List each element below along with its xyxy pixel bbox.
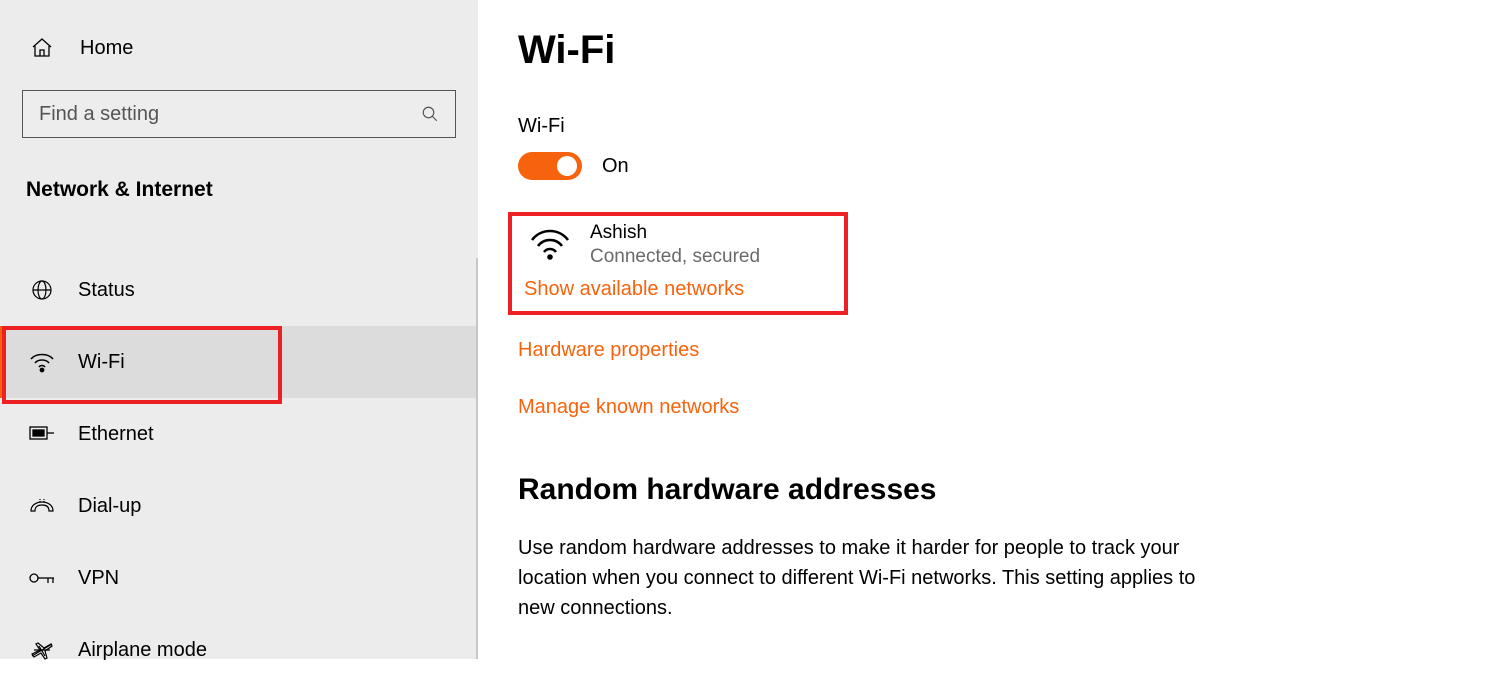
sidebar-item-label: Dial-up (78, 495, 141, 518)
sidebar-item-label: Status (78, 279, 135, 302)
sidebar-item-label: Airplane mode (78, 639, 207, 662)
category-title: Network & Internet (26, 178, 478, 202)
sidebar-item-label: VPN (78, 567, 119, 590)
wifi-toggle[interactable] (518, 152, 582, 180)
sidebar-item-label: Ethernet (78, 423, 154, 446)
current-network-block: Ashish Connected, secured Show available… (508, 212, 848, 315)
search-icon (421, 105, 439, 123)
show-available-networks-link[interactable]: Show available networks (524, 278, 836, 301)
sidebar-item-airplane[interactable]: Airplane mode (0, 614, 478, 686)
sidebar-item-ethernet[interactable]: Ethernet (0, 398, 478, 470)
sidebar-item-status[interactable]: Status (0, 254, 478, 326)
settings-sidebar: Home Network & Internet Status (0, 0, 478, 659)
sidebar-nav-list: Status Wi-Fi (0, 254, 478, 686)
vpn-icon (28, 570, 56, 586)
network-status: Connected, secured (590, 246, 760, 268)
ethernet-icon (28, 424, 56, 444)
wifi-section-label: Wi-Fi (518, 115, 1465, 138)
sidebar-item-vpn[interactable]: VPN (0, 542, 478, 614)
sidebar-scrollbar[interactable] (476, 258, 478, 659)
home-nav[interactable]: Home (0, 22, 478, 74)
sidebar-item-wifi[interactable]: Wi-Fi (0, 326, 478, 398)
home-label: Home (80, 37, 133, 60)
search-input[interactable] (39, 103, 421, 126)
hardware-properties-link[interactable]: Hardware properties (518, 339, 1465, 362)
random-hw-title: Random hardware addresses (518, 473, 1465, 507)
main-content: Wi-Fi Wi-Fi On Ashish Connected, secured… (478, 0, 1505, 659)
wifi-toggle-state: On (602, 155, 629, 178)
airplane-icon (28, 638, 56, 662)
sidebar-item-dialup[interactable]: Dial-up (0, 470, 478, 542)
network-name: Ashish (590, 222, 760, 244)
current-network[interactable]: Ashish Connected, secured (520, 222, 836, 278)
dialup-icon (28, 497, 56, 515)
manage-known-networks-link[interactable]: Manage known networks (518, 396, 1465, 419)
toggle-knob (557, 156, 577, 176)
wifi-signal-icon (530, 228, 570, 262)
home-icon (28, 36, 56, 60)
globe-icon (28, 278, 56, 302)
page-title: Wi-Fi (518, 28, 1465, 73)
wifi-icon (28, 351, 56, 373)
random-hw-body: Use random hardware addresses to make it… (518, 533, 1198, 623)
search-input-container[interactable] (22, 90, 456, 138)
sidebar-item-label: Wi-Fi (78, 351, 125, 374)
